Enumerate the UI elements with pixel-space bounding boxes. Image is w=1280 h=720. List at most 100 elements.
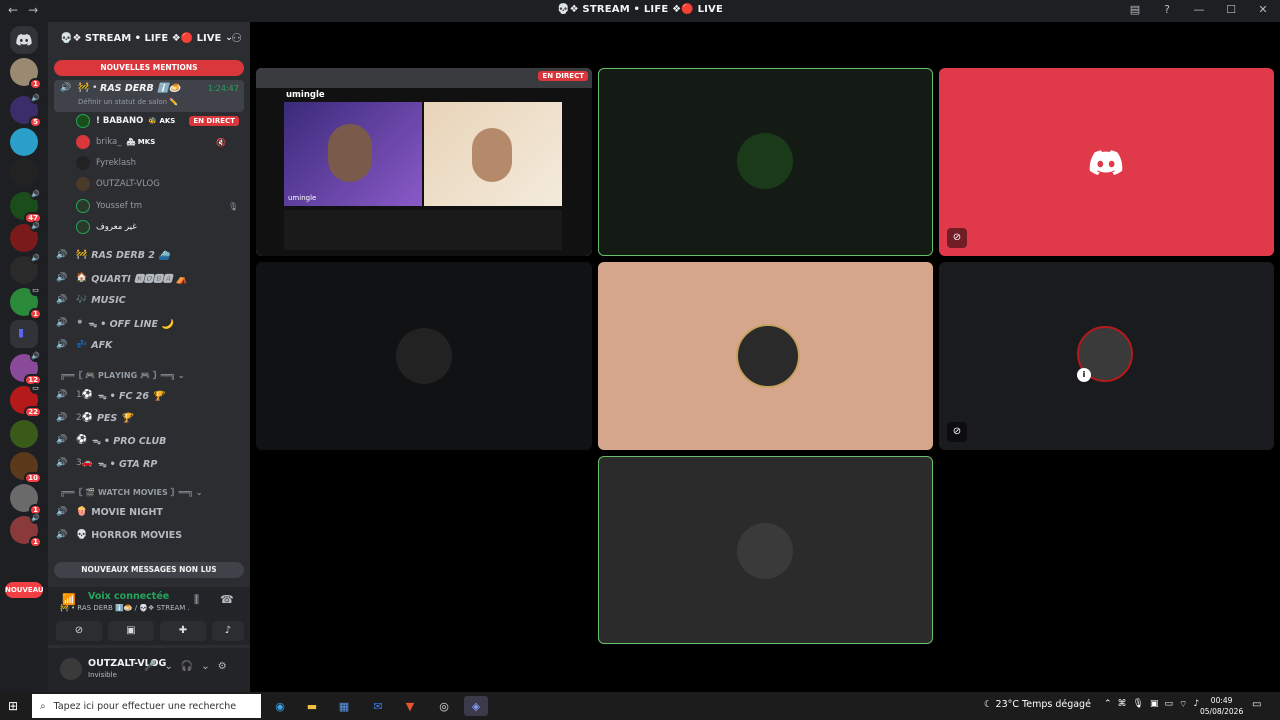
camera-icon[interactable]: ▣ <box>1150 699 1159 710</box>
channel-name: RAS DERB 2 ⛴️ <box>91 249 171 261</box>
obs-icon[interactable]: ◎ <box>432 696 456 716</box>
volume-icon: 🔊 <box>30 189 41 200</box>
voice-channel[interactable]: 🔊 3🚗 ᯓ • GTA RP <box>56 453 157 473</box>
clock[interactable]: 00:49 05/08/2026 <box>1200 695 1243 717</box>
network-icon[interactable]: ⌘ <box>1118 699 1127 710</box>
user-status: Invisible <box>88 671 117 679</box>
store-icon[interactable]: ▦ <box>332 696 356 716</box>
guild-header[interactable]: 💀❖ STREAM • LIFE ❖🔴 LIVE ⌄ ⚇ <box>48 22 250 54</box>
voice-channel[interactable]: 🔊 🍿 MOVIE NIGHT <box>56 502 163 522</box>
avatar <box>737 523 793 579</box>
server-icon[interactable]: 🔊 1 <box>10 513 42 548</box>
category-movies[interactable]: ╔══〖 🎬 WATCH MOVIES 〗══╗ ⌄ <box>60 487 203 501</box>
noise-suppression-icon[interactable]: ⫼ <box>194 593 199 607</box>
chevron-down-icon[interactable]: ⌄ <box>164 661 172 672</box>
voice-member[interactable]: غير معروف <box>76 217 137 237</box>
voice-member[interactable]: Fyreklash <box>76 153 136 173</box>
server-icon[interactable] <box>10 420 38 448</box>
active-voice-channel[interactable]: 🔊 🚧 • RAS DERB ℹ️🍮 1:24:47 Définir un st… <box>54 80 244 112</box>
participant-tile[interactable] <box>256 262 592 450</box>
screen-share-tile[interactable]: EN DIRECT umingle umingle <box>256 68 592 256</box>
voice-channel[interactable]: 🔊 1⚽ ᯓ • FC 26 🏆 <box>56 385 164 405</box>
voice-channel[interactable]: 🔊 ⚽ ᯓ • PRO CLUB <box>56 430 166 450</box>
participant-tile[interactable] <box>598 456 933 644</box>
participant-tile[interactable] <box>598 262 933 450</box>
activities-button[interactable]: ✚ <box>160 621 206 641</box>
settings-gear-icon[interactable]: ⚙ <box>218 661 227 672</box>
channel-emoji: 🍿 <box>76 507 88 517</box>
mic-icon[interactable]: 🎙 <box>1133 699 1144 710</box>
camera-off-icon: ⊘ <box>74 625 84 636</box>
participant-tile[interactable]: ⊘ <box>939 68 1274 256</box>
edge-icon[interactable]: ◉ <box>268 696 292 716</box>
new-unread-pill[interactable]: NOUVEAU <box>5 582 44 598</box>
server-icon[interactable]: 🔊 <box>10 221 41 252</box>
voice-channel[interactable]: 🔊 🚧 RAS DERB 2 ⛴️ <box>56 245 170 265</box>
server-icon[interactable]: 🔊 47 <box>10 189 42 224</box>
headphones-icon[interactable]: 🎧 <box>181 661 193 672</box>
disconnect-icon[interactable]: ☎ <box>220 593 234 606</box>
participant-tile[interactable] <box>598 68 933 256</box>
channel-name: RAS DERB ℹ️🍮 <box>100 83 181 94</box>
server-icon[interactable]: 10 <box>10 452 42 484</box>
server-icon[interactable]: 1 <box>10 58 42 90</box>
server-icon[interactable]: 🔊 5 <box>10 93 42 128</box>
server-folder[interactable]: ▮ <box>10 320 38 348</box>
help-icon[interactable]: ? <box>1158 3 1176 16</box>
taskbar-search[interactable]: ⌕ Tapez ici pour effectuer une recherche <box>32 694 261 718</box>
channel-status[interactable]: Définir un statut de salon ✏️ <box>78 98 178 106</box>
channel-name: ᯓ • GTA RP <box>96 458 158 470</box>
discord-taskbar-icon[interactable]: ◈ <box>464 696 488 716</box>
new-mentions-pill[interactable]: NOUVELLES MENTIONS <box>54 60 244 76</box>
voice-member[interactable]: brika_ 🏘 MKS 🔇 <box>76 132 226 152</box>
brave-icon[interactable]: ▼ <box>398 696 422 716</box>
server-icon[interactable] <box>10 128 38 156</box>
server-badge: 1 <box>29 536 42 548</box>
voice-member[interactable]: ! BABANO 🐝 AKS EN DIRECT <box>76 111 239 131</box>
server-icon[interactable] <box>10 158 38 186</box>
weather-widget[interactable]: ☾ 23°C Temps dégagé <box>984 699 1091 710</box>
inbox-icon[interactable]: ▤ <box>1126 3 1144 16</box>
wifi-icon[interactable]: ⌔ <box>1179 699 1187 710</box>
server-badge: 5 <box>29 116 42 128</box>
new-unread-messages-pill[interactable]: NOUVEAUX MESSAGES NON LUS <box>54 562 244 578</box>
voice-status[interactable]: Voix connectée <box>88 591 169 602</box>
minimize-icon[interactable]: — <box>1190 3 1208 16</box>
file-explorer-icon[interactable]: ▬ <box>300 696 324 716</box>
windows-start-icon[interactable]: ⊞ <box>8 699 18 713</box>
voice-channel[interactable]: 🔊 💀 HORROR MOVIES <box>56 525 182 545</box>
avatar[interactable] <box>60 658 82 680</box>
screen-share-button[interactable]: ▣ <box>108 621 154 641</box>
battery-icon[interactable]: ▭ <box>1165 699 1174 710</box>
microphone-icon[interactable]: 🎤 <box>144 661 156 672</box>
server-icon[interactable]: 1 <box>10 484 42 516</box>
voice-member[interactable]: Youssef tm 🎙 <box>76 196 238 216</box>
voice-channel[interactable]: 🔊 🎶 MUSIC <box>56 290 126 310</box>
chevron-down-icon[interactable]: ⌄ <box>201 661 209 672</box>
server-icon[interactable]: 🔊 <box>10 253 41 284</box>
discord-home-button[interactable] <box>10 26 38 54</box>
camera-off-button[interactable]: ⊘ <box>56 621 102 641</box>
participant-tile[interactable]: i ⊘ <box>939 262 1274 450</box>
voice-member[interactable]: OUTZALT-VLOG <box>76 174 160 194</box>
outlook-icon[interactable]: ✉ <box>366 696 390 716</box>
live-badge: EN DIRECT <box>189 116 239 126</box>
voice-channel[interactable]: 🔊 ⚫ ᯓ • OFF LINE 🌙 <box>56 313 173 333</box>
server-icon[interactable]: 🔊 12 <box>10 351 42 386</box>
volume-icon[interactable]: ♪ <box>1193 699 1199 710</box>
voice-channel[interactable]: 🔊 2⚽ PES 🏆 <box>56 408 132 428</box>
clock-time: 00:49 <box>1210 696 1233 705</box>
weather-text: 23°C Temps dégagé <box>995 699 1091 710</box>
close-icon[interactable]: ✕ <box>1254 3 1272 16</box>
server-icon[interactable]: ▭ 1 <box>10 285 42 320</box>
add-member-icon[interactable]: ⚇ <box>231 31 242 45</box>
notification-icon[interactable]: ▭ <box>1252 699 1261 710</box>
category-playing[interactable]: ╔══〖 🎮 ΡLΑΥΙΝG 🎮 〗══╗ ⌄ <box>60 370 185 384</box>
voice-channel[interactable]: 🔊 💤 AFK <box>56 335 112 355</box>
maximize-icon[interactable]: ☐ <box>1222 3 1240 16</box>
voice-channel-path[interactable]: 🚧 • RAS DERB ℹ️🍮 / 💀❖ STREAM ... <box>60 604 190 612</box>
soundboard-button[interactable]: ♪ <box>212 621 244 641</box>
voice-channel[interactable]: 🔊 🏠 QUARTI 🅺🅾🅱🅰 ⛺ <box>56 268 187 288</box>
server-icon[interactable]: ▭ 22 <box>10 383 42 418</box>
chevron-up-icon[interactable]: ⌃ <box>1104 699 1112 710</box>
